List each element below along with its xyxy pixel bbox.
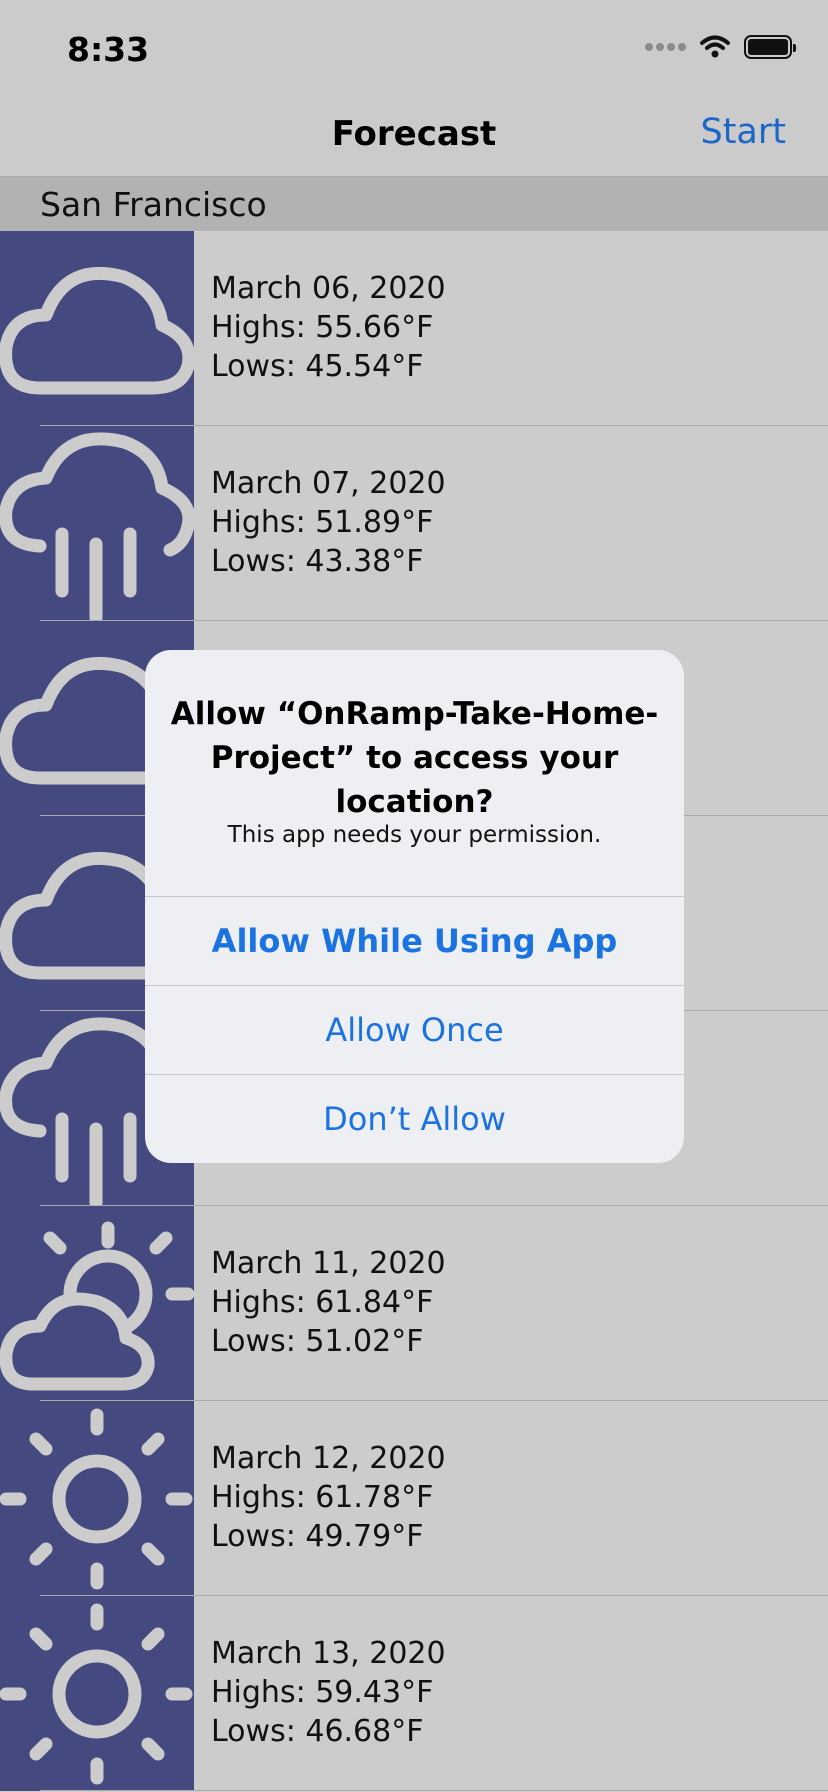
city-name: San Francisco (40, 185, 267, 224)
forecast-row[interactable]: March 13, 2020 Highs: 59.43°F Lows: 46.6… (0, 1596, 828, 1791)
forecast-highs: Highs: 61.78°F (211, 1480, 434, 1515)
forecast-row[interactable]: March 06, 2020 Highs: 55.66°F Lows: 45.5… (0, 231, 828, 426)
forecast-lows: Lows: 49.79°F (211, 1519, 424, 1554)
allow-once-button[interactable]: Allow Once (145, 985, 684, 1074)
cellular-signal-icon (645, 43, 686, 51)
alert-message: This app needs your permission. (227, 822, 602, 848)
forecast-highs: Highs: 51.89°F (211, 505, 434, 540)
forecast-highs: Highs: 59.43°F (211, 1675, 434, 1710)
forecast-row[interactable]: March 07, 2020 Highs: 51.89°F Lows: 43.3… (0, 426, 828, 621)
weather-icon-cell (0, 1401, 194, 1596)
status-bar: 8:33 (0, 0, 828, 100)
forecast-date: March 11, 2020 (211, 1246, 446, 1281)
weather-icon-cell (0, 1206, 194, 1401)
section-header: San Francisco (0, 177, 828, 231)
forecast-date: March 13, 2020 (211, 1636, 446, 1671)
rain-icon (0, 432, 194, 621)
forecast-highs: Highs: 55.66°F (211, 310, 434, 345)
partly-cloudy-icon (0, 1221, 194, 1391)
forecast-date: March 06, 2020 (211, 271, 446, 306)
allow-while-using-app-button[interactable]: Allow While Using App (145, 896, 684, 985)
status-icons (645, 35, 796, 59)
sun-icon (0, 1603, 193, 1785)
row-separator (40, 1790, 828, 1791)
forecast-row[interactable]: March 12, 2020 Highs: 61.78°F Lows: 49.7… (0, 1401, 828, 1596)
forecast-row[interactable]: March 11, 2020 Highs: 61.84°F Lows: 51.0… (0, 1206, 828, 1401)
forecast-lows: Lows: 51.02°F (211, 1324, 424, 1359)
weather-icon-cell (0, 1596, 194, 1791)
forecast-lows: Lows: 45.54°F (211, 349, 424, 384)
forecast-date: March 12, 2020 (211, 1441, 446, 1476)
weather-icon-cell (0, 426, 194, 621)
forecast-date: March 07, 2020 (211, 466, 446, 501)
sun-icon (0, 1408, 193, 1590)
wifi-icon (700, 35, 730, 58)
alert-title: Allow “OnRamp-Take-Home-Project” to acce… (170, 696, 659, 820)
location-permission-alert: Allow “OnRamp-Take-Home-Project” to acce… (145, 650, 684, 1163)
dont-allow-button[interactable]: Don’t Allow (145, 1074, 684, 1163)
navigation-bar: Forecast Start (0, 100, 828, 177)
status-time: 8:33 (67, 30, 150, 69)
battery-icon (744, 35, 796, 59)
start-button[interactable]: Start (700, 112, 786, 152)
forecast-highs: Highs: 61.84°F (211, 1285, 434, 1320)
cloud-icon (0, 266, 194, 395)
forecast-lows: Lows: 46.68°F (211, 1714, 424, 1749)
forecast-lows: Lows: 43.38°F (211, 544, 424, 579)
weather-icon-cell (0, 231, 194, 426)
